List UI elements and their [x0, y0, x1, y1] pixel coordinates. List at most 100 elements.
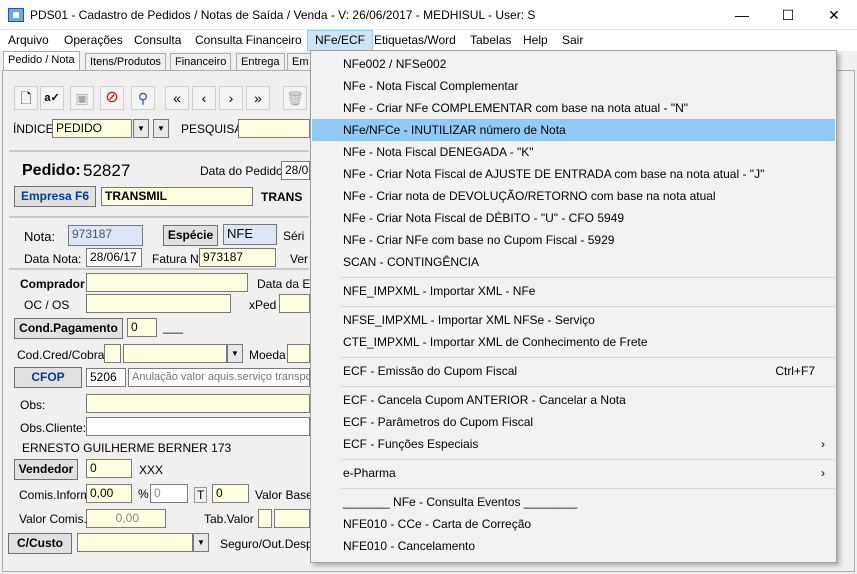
menu-etiquetas-word[interactable]: Etiquetas/Word [367, 30, 463, 51]
window-title: PDS01 - Cadastro de Pedidos / Notas de S… [30, 8, 536, 22]
menu-help[interactable]: Help [516, 30, 555, 51]
comis-t-field[interactable]: 0 [212, 484, 249, 503]
obs-field[interactable] [86, 394, 310, 413]
cond-pagamento-button[interactable]: Cond.Pagamento [14, 318, 123, 339]
menu-item-cancelamento[interactable]: NFE010 - Cancelamento [312, 535, 835, 557]
nfe-ecf-dropdown: NFe002 / NFSe002 NFe - Nota Fiscal Compl… [310, 50, 837, 563]
index-dropdown-icon[interactable]: ▼ [133, 119, 149, 138]
c-custo-button[interactable]: C/Custo [8, 533, 72, 554]
comis-inform-label: Comis.Inform. [19, 488, 94, 502]
empresa-button[interactable]: Empresa F6 [14, 186, 96, 207]
minimize-button[interactable]: — [719, 0, 765, 30]
cfop-code-field[interactable]: 5206 [86, 368, 126, 387]
delete-icon[interactable]: 🗑 [283, 86, 307, 110]
menu-nfe-ecf[interactable]: NFe/ECF [307, 30, 374, 51]
fatura-field[interactable]: 973187 [199, 248, 276, 267]
previous-record-icon[interactable]: ‹ [192, 86, 216, 110]
menu-item-nfe-impxml[interactable]: NFE_IMPXML - Importar XML - NFe [312, 280, 835, 302]
menu-item-label: SCAN - CONTINGÊNCIA [343, 255, 480, 269]
save-icon[interactable]: ▣ [70, 86, 94, 110]
menu-consulta[interactable]: Consulta [127, 30, 188, 51]
empresa-field[interactable]: TRANSMIL [101, 187, 253, 206]
tab-pedido-nota[interactable]: Pedido / Nota [3, 51, 80, 72]
next-record-icon[interactable]: › [219, 86, 243, 110]
menu-item-nfse-impxml[interactable]: NFSE_IMPXML - Importar XML NFSe - Serviç… [312, 309, 835, 331]
valor-comis-field[interactable]: 0,00 [86, 509, 166, 528]
chevron-right-icon: › [821, 437, 825, 451]
data-nota-label: Data Nota: [24, 252, 82, 266]
menu-item-cce[interactable]: NFE010 - CCe - Carta de Correção [312, 513, 835, 535]
vendedor-field[interactable]: 0 [86, 459, 132, 478]
tab-valor-field[interactable] [258, 509, 272, 528]
tab-financeiro[interactable]: Financeiro [170, 53, 232, 71]
new-document-icon[interactable]: 🗋 [14, 86, 38, 110]
cfop-button[interactable]: CFOP [14, 367, 82, 388]
cobranca-select[interactable] [123, 344, 227, 363]
nota-number-field[interactable]: 973187 [68, 225, 143, 246]
menu-item-ecf-emissao[interactable]: ECF - Emissão do Cupom Fiscal Ctrl+F7 [312, 360, 835, 382]
search-input[interactable] [238, 119, 310, 138]
pedido-number: 52827 [83, 161, 131, 180]
cod-cred-field[interactable] [104, 344, 121, 363]
menu-item-label: NFe - Criar nota de DEVOLUÇÃO/RETORNO co… [343, 189, 716, 203]
data-pedido-field[interactable]: 28/0 [281, 161, 310, 180]
data-nota-field[interactable]: 28/06/17 [86, 248, 142, 267]
cancel-icon[interactable]: ⊘ [100, 86, 124, 110]
cond-pagamento-field[interactable]: 0 [127, 318, 157, 337]
menu-item-consulta-eventos[interactable]: _______ NFe - Consulta Eventos ________ [312, 491, 835, 513]
menu-item-cupom-fiscal[interactable]: NFe - Criar NFe com base no Cupom Fiscal… [312, 229, 835, 251]
oc-os-field[interactable] [86, 294, 231, 313]
menu-item-ecf-cancela[interactable]: ECF - Cancela Cupom ANTERIOR - Cancelar … [312, 389, 835, 411]
menu-item-e-pharma[interactable]: e-Pharma › [312, 462, 835, 484]
menu-item-criar-complementar[interactable]: NFe - Criar NFe COMPLEMENTAR com base na… [312, 97, 835, 119]
spell-check-icon[interactable]: a✓ [40, 86, 64, 110]
menu-item-nota-complementar[interactable]: NFe - Nota Fiscal Complementar [312, 75, 835, 97]
search-icon[interactable]: ⚲ [131, 86, 155, 110]
menu-item-inutilizar[interactable]: NFe/NFCe - INUTILIZAR número de Nota [312, 119, 835, 141]
especie-field[interactable]: NFE [223, 224, 277, 245]
c-custo-dropdown-icon[interactable]: ▼ [193, 533, 209, 552]
index-order-icon[interactable]: ▼ [153, 119, 169, 138]
menu-item-ecf-funcoes[interactable]: ECF - Funções Especiais › [312, 433, 835, 455]
close-button[interactable]: ✕ [811, 0, 857, 30]
cobranca-dropdown-icon[interactable]: ▼ [227, 344, 243, 363]
menu-item-debito[interactable]: NFe - Criar Nota Fiscal de DÉBITO - "U" … [312, 207, 835, 229]
menu-sair[interactable]: Sair [555, 30, 590, 51]
obs-label: Obs: [20, 398, 46, 412]
client-name-text: ERNESTO GUILHERME BERNER 173 [22, 441, 232, 455]
menu-arquivo[interactable]: Arquivo [1, 30, 56, 51]
menu-item-ajuste-entrada[interactable]: NFe - Criar Nota Fiscal de AJUSTE DE ENT… [312, 163, 835, 185]
menu-item-label: NFSE_IMPXML - Importar XML NFSe - Serviç… [343, 313, 595, 327]
menu-separator [341, 277, 835, 278]
tab-valor-desc-field[interactable] [274, 509, 310, 528]
maximize-button[interactable]: ☐ [765, 0, 811, 30]
menu-operacoes[interactable]: Operações [57, 30, 130, 51]
comis-inform-field[interactable]: 0,00 [86, 484, 132, 503]
menu-tabelas[interactable]: Tabelas [463, 30, 518, 51]
moeda-field[interactable] [287, 344, 310, 363]
menu-item-devolucao[interactable]: NFe - Criar nota de DEVOLUÇÃO/RETORNO co… [312, 185, 835, 207]
tab-entrega[interactable]: Entrega [236, 53, 285, 71]
comprador-label: Comprador [20, 277, 85, 291]
c-custo-select[interactable] [77, 533, 193, 552]
comprador-field[interactable] [86, 273, 248, 292]
menu-item-label: NFe/NFCe - INUTILIZAR número de Nota [343, 123, 566, 137]
especie-button[interactable]: Espécie [163, 225, 218, 246]
first-record-icon[interactable]: « [165, 86, 189, 110]
menu-separator [341, 306, 835, 307]
menu-separator [341, 357, 835, 358]
menu-item-scan[interactable]: SCAN - CONTINGÊNCIA [312, 251, 835, 273]
tab-itens-produtos[interactable]: Itens/Produtos [85, 53, 166, 71]
xped-field[interactable] [279, 294, 310, 313]
cod-cred-label: Cod.Cred/Cobran [17, 348, 112, 362]
menu-consulta-financeiro[interactable]: Consulta Financeiro [188, 30, 309, 51]
obs-cliente-field[interactable] [86, 417, 310, 436]
index-select[interactable]: PEDIDO [52, 119, 132, 138]
last-record-icon[interactable]: » [246, 86, 270, 110]
menu-item-denegada[interactable]: NFe - Nota Fiscal DENEGADA - "K" [312, 141, 835, 163]
menu-item-cte-impxml[interactable]: CTE_IMPXML - Importar XML de Conheciment… [312, 331, 835, 353]
menu-item-ecf-parametros[interactable]: ECF - Parâmetros do Cupom Fiscal [312, 411, 835, 433]
vendedor-button[interactable]: Vendedor [14, 459, 78, 480]
menu-item-nfe002[interactable]: NFe002 / NFSe002 [312, 53, 835, 75]
comis-pct-field[interactable]: 0 [150, 484, 188, 503]
